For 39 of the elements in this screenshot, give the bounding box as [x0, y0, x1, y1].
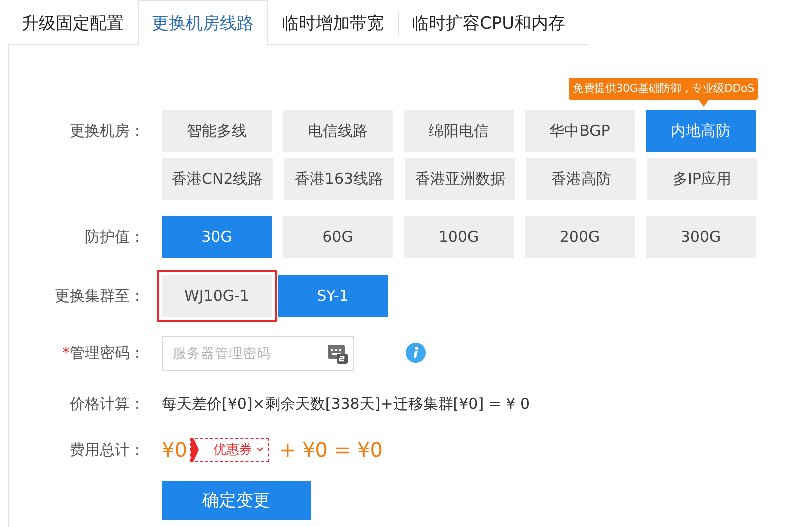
option-button[interactable]: 300G [646, 216, 756, 258]
field-label: 价格计算： [69, 394, 145, 415]
price-formula: 每天差价[¥0]×剩余天数[338天]+迁移集群[¥0] = ¥ 0 [162, 394, 530, 415]
caret-icon [256, 447, 264, 453]
option-button[interactable]: 200G [525, 216, 635, 258]
option-button[interactable]: 100G [404, 216, 514, 258]
option-button[interactable]: 多IP应用 [647, 158, 758, 200]
option-button[interactable]: 30G [162, 216, 272, 258]
option-button[interactable]: 香港163线路 [284, 158, 394, 200]
tab[interactable]: 更换机房线路 [138, 0, 268, 46]
tab[interactable]: 临时增加带宽 [268, 0, 398, 45]
field-label: 更换集群至： [54, 286, 145, 307]
confirm-button[interactable]: 确定变更 [162, 481, 311, 520]
option-button[interactable]: 60G [283, 216, 393, 258]
tab[interactable]: 临时扩容CPU和内存 [398, 0, 580, 45]
option-button[interactable]: SY-1 [278, 275, 388, 317]
field-label: 防护值： [84, 227, 145, 248]
field-label: *管理密码： [62, 343, 145, 364]
option-button[interactable]: 香港高防 [526, 158, 636, 200]
tooltip-arrow [699, 100, 709, 107]
option-button[interactable]: 香港CN2线路 [162, 158, 274, 200]
tooltip: 免费提供30G基础防御，专业级DDoS [569, 78, 758, 100]
option-button[interactable]: 绵阳电信 [404, 110, 514, 152]
option-button[interactable]: 电信线路 [283, 110, 393, 152]
keyboard-icon[interactable] [328, 344, 348, 364]
option-button[interactable]: WJ10G-1 [157, 270, 277, 322]
amount: ¥0 [162, 438, 188, 462]
field-label: 费用总计： [69, 440, 145, 461]
total-sum: + ¥0 = ¥0 [279, 438, 383, 462]
option-button[interactable]: 华中BGP [525, 110, 635, 152]
info-icon[interactable] [406, 343, 426, 363]
coupon-dropdown[interactable]: 优惠券 [190, 438, 270, 462]
option-button[interactable]: 内地高防 [646, 110, 756, 152]
option-button[interactable]: 智能多线 [162, 110, 272, 152]
password-field[interactable]: 服务器管理密码 [162, 336, 354, 371]
tab[interactable]: 升级固定配置 [8, 0, 138, 45]
flag-icon [191, 439, 200, 461]
option-button[interactable]: 香港亚洲数据 [405, 158, 516, 200]
field-label: 更换机房： [69, 121, 145, 142]
